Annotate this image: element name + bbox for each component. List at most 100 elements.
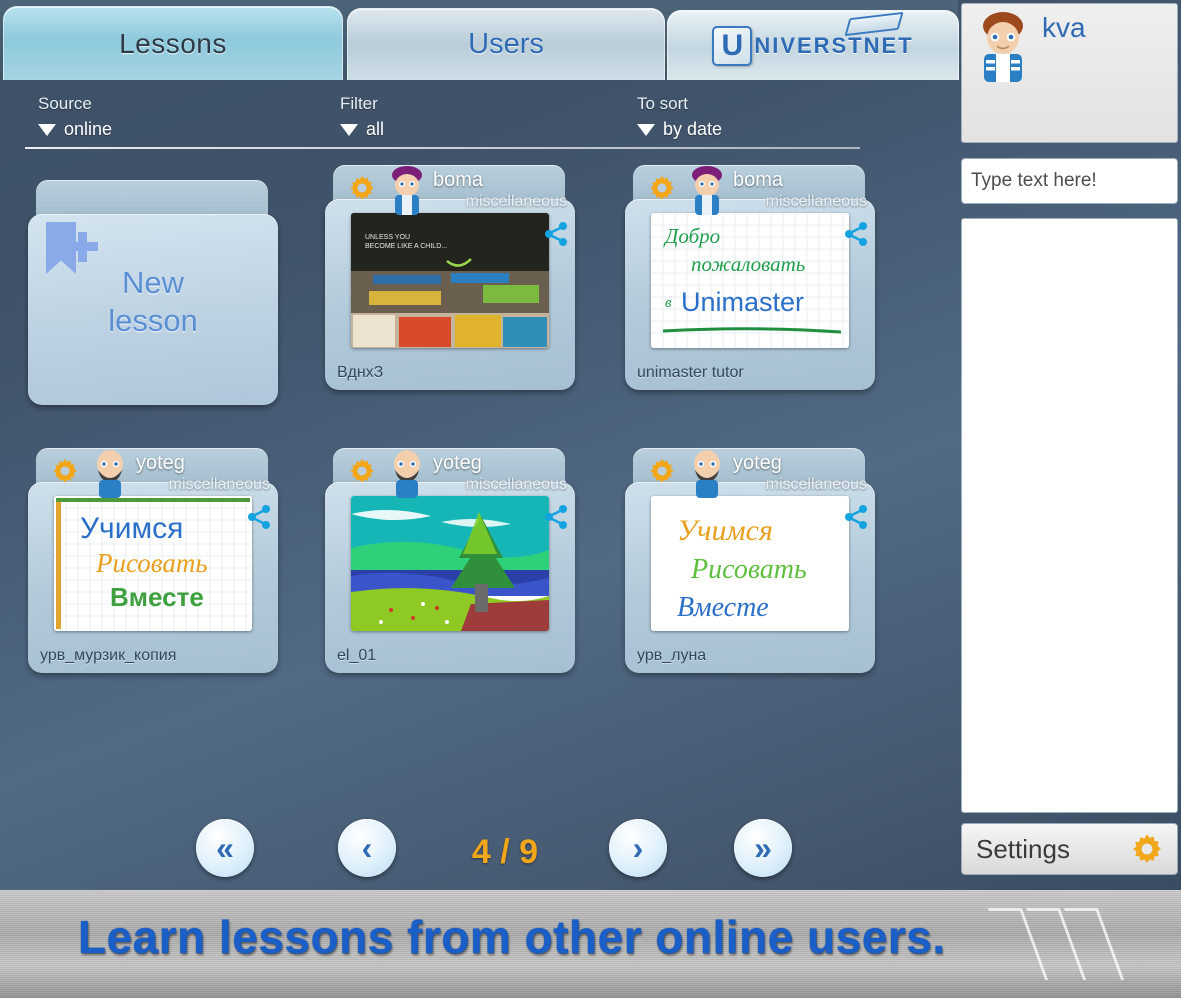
avatar	[392, 166, 422, 215]
avatar	[394, 450, 420, 498]
lesson-grid: New lesson boma miscellaneous UNLESS YOU…	[0, 155, 958, 815]
last-page-button[interactable]: »	[734, 819, 792, 877]
prev-page-button[interactable]: ‹	[338, 819, 396, 877]
card-body: Добро пожаловать в Unimaster unimaster t…	[625, 199, 875, 390]
card-user-name: yoteg	[136, 452, 185, 474]
gear-icon[interactable]	[347, 173, 377, 203]
gear-icon[interactable]	[647, 173, 677, 203]
card-category: miscellaneous	[765, 193, 867, 210]
lesson-thumbnail: UNLESS YOU BECOME LIKE A CHILD...	[351, 213, 549, 348]
card-user-name: yoteg	[733, 452, 782, 474]
svg-text:BECOME LIKE A CHILD...: BECOME LIKE A CHILD...	[365, 243, 447, 250]
next-page-button[interactable]: ›	[609, 819, 667, 877]
svg-text:пожаловать: пожаловать	[691, 252, 805, 276]
filter-source: Source online	[38, 94, 112, 140]
lesson-card[interactable]: yoteg miscellaneous el_01	[325, 448, 575, 673]
svg-text:Unimaster: Unimaster	[681, 287, 804, 317]
filter-source-value: online	[64, 119, 113, 139]
svg-text:Рисовать: Рисовать	[95, 548, 208, 578]
filter-source-title: Source	[38, 94, 92, 113]
lesson-card[interactable]: boma miscellaneous Добро пожаловать в Un…	[625, 165, 875, 390]
svg-text:Учимся: Учимся	[80, 512, 183, 545]
lesson-thumbnail: Учимся Рисовать Вместе	[651, 496, 849, 631]
share-icon[interactable]	[543, 221, 569, 247]
gear-icon[interactable]	[647, 456, 677, 486]
card-user-name: boma	[433, 169, 484, 191]
lesson-name: ВднхЗ	[337, 364, 384, 381]
filter-filter-value: all	[366, 119, 385, 139]
tab-bar: Lessons Users U NIVERSTNET	[0, 0, 959, 80]
filter-sort-title: To sort	[637, 94, 689, 113]
settings-label: Settings	[976, 833, 1070, 864]
share-icon[interactable]	[543, 504, 569, 530]
lesson-thumbnail: Добро пожаловать в Unimaster	[651, 213, 849, 348]
new-lesson-line1: New	[121, 265, 184, 300]
filter-sort: To sort by date	[637, 94, 722, 140]
first-page-button[interactable]: «	[196, 819, 254, 877]
profile-card[interactable]: kva	[961, 3, 1178, 143]
last-page-label: »	[754, 830, 772, 866]
lesson-thumbnail	[351, 496, 549, 631]
lesson-name: unimaster tutor	[637, 364, 744, 381]
sidebar: kva Type text here! Settings	[958, 0, 1181, 890]
gear-icon[interactable]	[50, 456, 80, 486]
plus-icon-vertical	[78, 232, 87, 262]
lesson-card[interactable]: yoteg miscellaneous Учимся Рисовать Вмес…	[28, 448, 278, 673]
lesson-card[interactable]: boma miscellaneous UNLESS YOU BECOME LIK…	[325, 165, 575, 390]
share-icon[interactable]	[246, 504, 272, 530]
tab-lessons-label: Lessons	[119, 27, 227, 59]
first-page-label: «	[216, 830, 234, 866]
chevron-group-icon	[987, 908, 1133, 980]
share-icon[interactable]	[843, 504, 869, 530]
new-lesson-line2: lesson	[108, 303, 198, 338]
card-category: miscellaneous	[465, 476, 567, 493]
svg-text:UNLESS YOU: UNLESS YOU	[365, 234, 410, 241]
card-body: Учимся Рисовать Вместе урв_луна	[625, 482, 875, 673]
tab-lessons[interactable]: Lessons	[3, 6, 343, 80]
share-icon[interactable]	[843, 221, 869, 247]
new-lesson-body: New lesson	[28, 214, 278, 405]
avatar	[983, 12, 1023, 82]
caret-down-icon	[637, 123, 655, 136]
brand-logo: U NIVERSTNET	[668, 25, 958, 66]
svg-text:Рисовать: Рисовать	[690, 554, 807, 585]
tab-brand-logo[interactable]: U NIVERSTNET	[667, 10, 959, 80]
chat-log-panel[interactable]	[961, 218, 1178, 813]
next-page-label: ›	[632, 830, 644, 866]
filter-filter-title: Filter	[340, 94, 378, 113]
lesson-name: урв_мурзик_копия	[40, 647, 177, 664]
avatar	[97, 450, 123, 498]
footer-banner: Learn lessons from other online users.	[0, 890, 1181, 998]
tab-users[interactable]: Users	[347, 8, 665, 80]
page-counter: 4 / 9	[471, 833, 539, 871]
card-user-name: boma	[733, 169, 784, 191]
svg-text:в: в	[665, 295, 672, 311]
logo-text: NIVERSTNET	[754, 32, 914, 58]
footer-message: Learn lessons from other online users.	[78, 911, 946, 963]
avatar	[694, 450, 720, 498]
avatar	[692, 166, 722, 215]
lesson-card[interactable]: yoteg miscellaneous Учимся Рисовать Вмес…	[625, 448, 875, 673]
caret-down-icon	[38, 123, 56, 136]
svg-text:Вместе: Вместе	[110, 582, 204, 612]
svg-text:Учимся: Учимся	[677, 514, 773, 547]
settings-button[interactable]: Settings	[961, 823, 1178, 875]
card-body: el_01	[325, 482, 575, 673]
tab-users-label: Users	[468, 28, 544, 60]
gear-icon[interactable]	[347, 456, 377, 486]
chat-input[interactable]: Type text here!	[961, 158, 1178, 204]
lesson-name: урв_луна	[637, 647, 707, 664]
filter-source-dropdown[interactable]: online	[38, 119, 112, 140]
card-user-name: yoteg	[433, 452, 482, 474]
prev-page-label: ‹	[361, 830, 373, 866]
filter-filter-dropdown[interactable]: all	[340, 119, 384, 140]
filter-divider	[25, 147, 860, 149]
pagination: « ‹ 4 / 9 › »	[0, 815, 958, 890]
filter-sort-dropdown[interactable]: by date	[637, 119, 722, 140]
card-category: miscellaneous	[168, 476, 270, 493]
filter-filter: Filter all	[340, 94, 384, 140]
filter-sort-value: by date	[663, 119, 723, 139]
new-lesson-card[interactable]: New lesson	[28, 180, 278, 405]
svg-text:Добро: Добро	[663, 224, 720, 248]
logo-letter-u: U	[712, 25, 753, 66]
